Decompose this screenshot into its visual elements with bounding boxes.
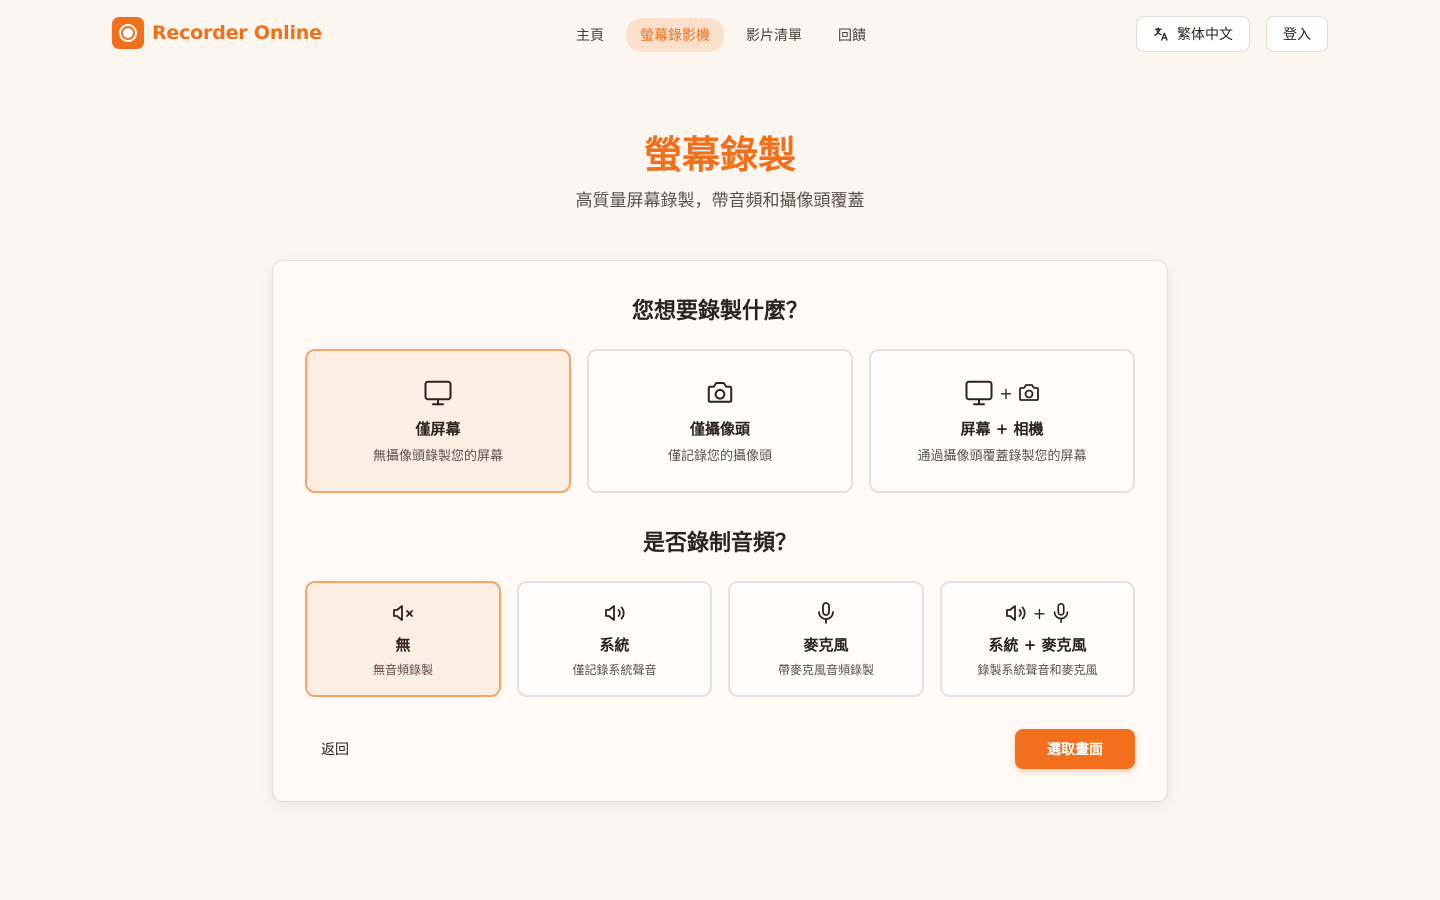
speaker-microphone-icon: + [1003, 600, 1072, 626]
option-camera-only[interactable]: 僅攝像頭 僅記錄您的攝像頭 [587, 349, 853, 493]
mute-icon [393, 605, 413, 621]
microphone-icon [1053, 603, 1069, 623]
audio-question: 是否錄制音頻？ [642, 531, 797, 556]
brand-logo[interactable]: Recorder Online [112, 17, 322, 49]
main-nav: 主頁 螢幕錄影機 影片清單 回饋 [562, 18, 880, 52]
audio-option-none[interactable]: 無 無音頻錄製 [305, 581, 501, 697]
nav-screen-recorder[interactable]: 螢幕錄影機 [626, 18, 724, 52]
option-description: 錄製系統聲音和麥克風 [977, 663, 1098, 677]
option-screen-only[interactable]: 僅屏幕 無攝像頭錄製您的屏幕 [305, 349, 571, 493]
option-title: 無 [395, 636, 411, 654]
option-description: 通過攝像頭覆蓋錄製您的屏幕 [917, 449, 1087, 464]
select-screen-button[interactable]: 選取畫面 [1015, 729, 1135, 769]
brand-name: Recorder Online [152, 22, 322, 44]
language-label: 繁体中文 [1177, 27, 1233, 43]
option-description: 帶麥克風音頻錄製 [777, 663, 874, 677]
option-screen-camera[interactable]: + 屏幕 + 相機 通過攝像頭覆蓋錄製您的屏幕 [869, 349, 1135, 493]
speaker-icon [604, 605, 625, 621]
microphone-icon [818, 602, 834, 624]
audio-option-microphone[interactable]: 麥克風 帶麥克風音頻錄製 [728, 581, 924, 697]
camera-icon [707, 382, 733, 403]
audio-option-system[interactable]: 系統 僅記錄系統聲音 [517, 581, 712, 697]
monitor-icon [424, 380, 452, 406]
option-description: 無攝像頭錄製您的屏幕 [372, 449, 503, 464]
language-button[interactable]: 繁体中文 [1136, 16, 1250, 52]
recording-setup-card: 您想要錄製什麼？ 僅屏幕 無攝像頭錄製您的屏幕 僅攝像頭 僅記錄您的攝像頭 + [273, 261, 1167, 801]
option-title: 系統 + 麥克風 [988, 636, 1087, 654]
camera-icon [1018, 384, 1039, 401]
option-title: 屏幕 + 相機 [960, 420, 1044, 438]
nav-video-list[interactable]: 影片清單 [732, 18, 816, 52]
option-title: 麥克風 [803, 636, 849, 654]
nav-feedback[interactable]: 回饋 [824, 18, 880, 52]
option-title: 系統 [599, 636, 630, 654]
translate-icon [1154, 27, 1168, 41]
option-title: 僅攝像頭 [689, 420, 750, 438]
option-title: 僅屏幕 [415, 420, 461, 438]
audio-option-system-microphone[interactable]: + 系統 + 麥克風 錄製系統聲音和麥克風 [940, 581, 1135, 697]
nav-home[interactable]: 主頁 [562, 18, 618, 52]
page-subtitle: 高質量屏幕錄製，帶音頻和攝像頭覆蓋 [575, 191, 865, 211]
speaker-icon [1005, 605, 1026, 621]
plus-sign: + [1032, 603, 1047, 623]
login-button[interactable]: 登入 [1266, 16, 1328, 52]
page-title: 螢幕錄製 [643, 133, 796, 177]
back-button[interactable]: 返回 [321, 739, 349, 759]
record-logo-icon [112, 17, 144, 49]
plus-sign: + [999, 383, 1013, 403]
monitor-icon [965, 380, 993, 406]
header: Recorder Online 主頁 螢幕錄影機 影片清單 回饋 繁体中文 登入 [0, 0, 1440, 68]
record-mode-question: 您想要錄製什麼？ [631, 299, 808, 324]
monitor-camera-icon: + [963, 378, 1040, 408]
option-description: 僅記錄系統聲音 [572, 663, 657, 677]
option-description: 無音頻錄製 [372, 663, 433, 677]
option-description: 僅記錄您的攝像頭 [667, 449, 772, 464]
